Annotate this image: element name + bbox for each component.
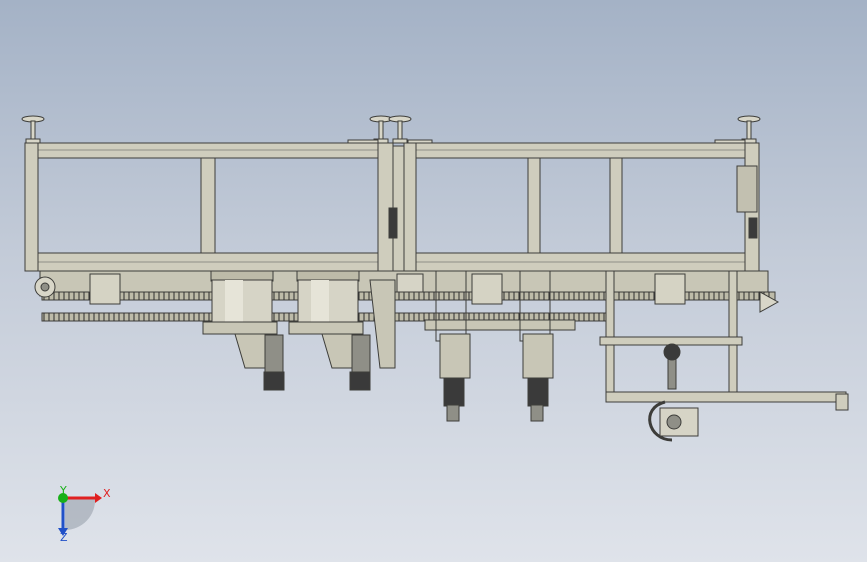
triad-graphic	[58, 493, 102, 536]
x-axis-label: X	[103, 487, 111, 500]
cad-viewport[interactable]: X Y Z	[0, 0, 867, 562]
y-axis-label: Y	[60, 484, 67, 497]
triad-shadow	[65, 498, 96, 531]
x-axis-arrowhead	[95, 493, 102, 503]
z-axis-label: Z	[60, 531, 68, 544]
